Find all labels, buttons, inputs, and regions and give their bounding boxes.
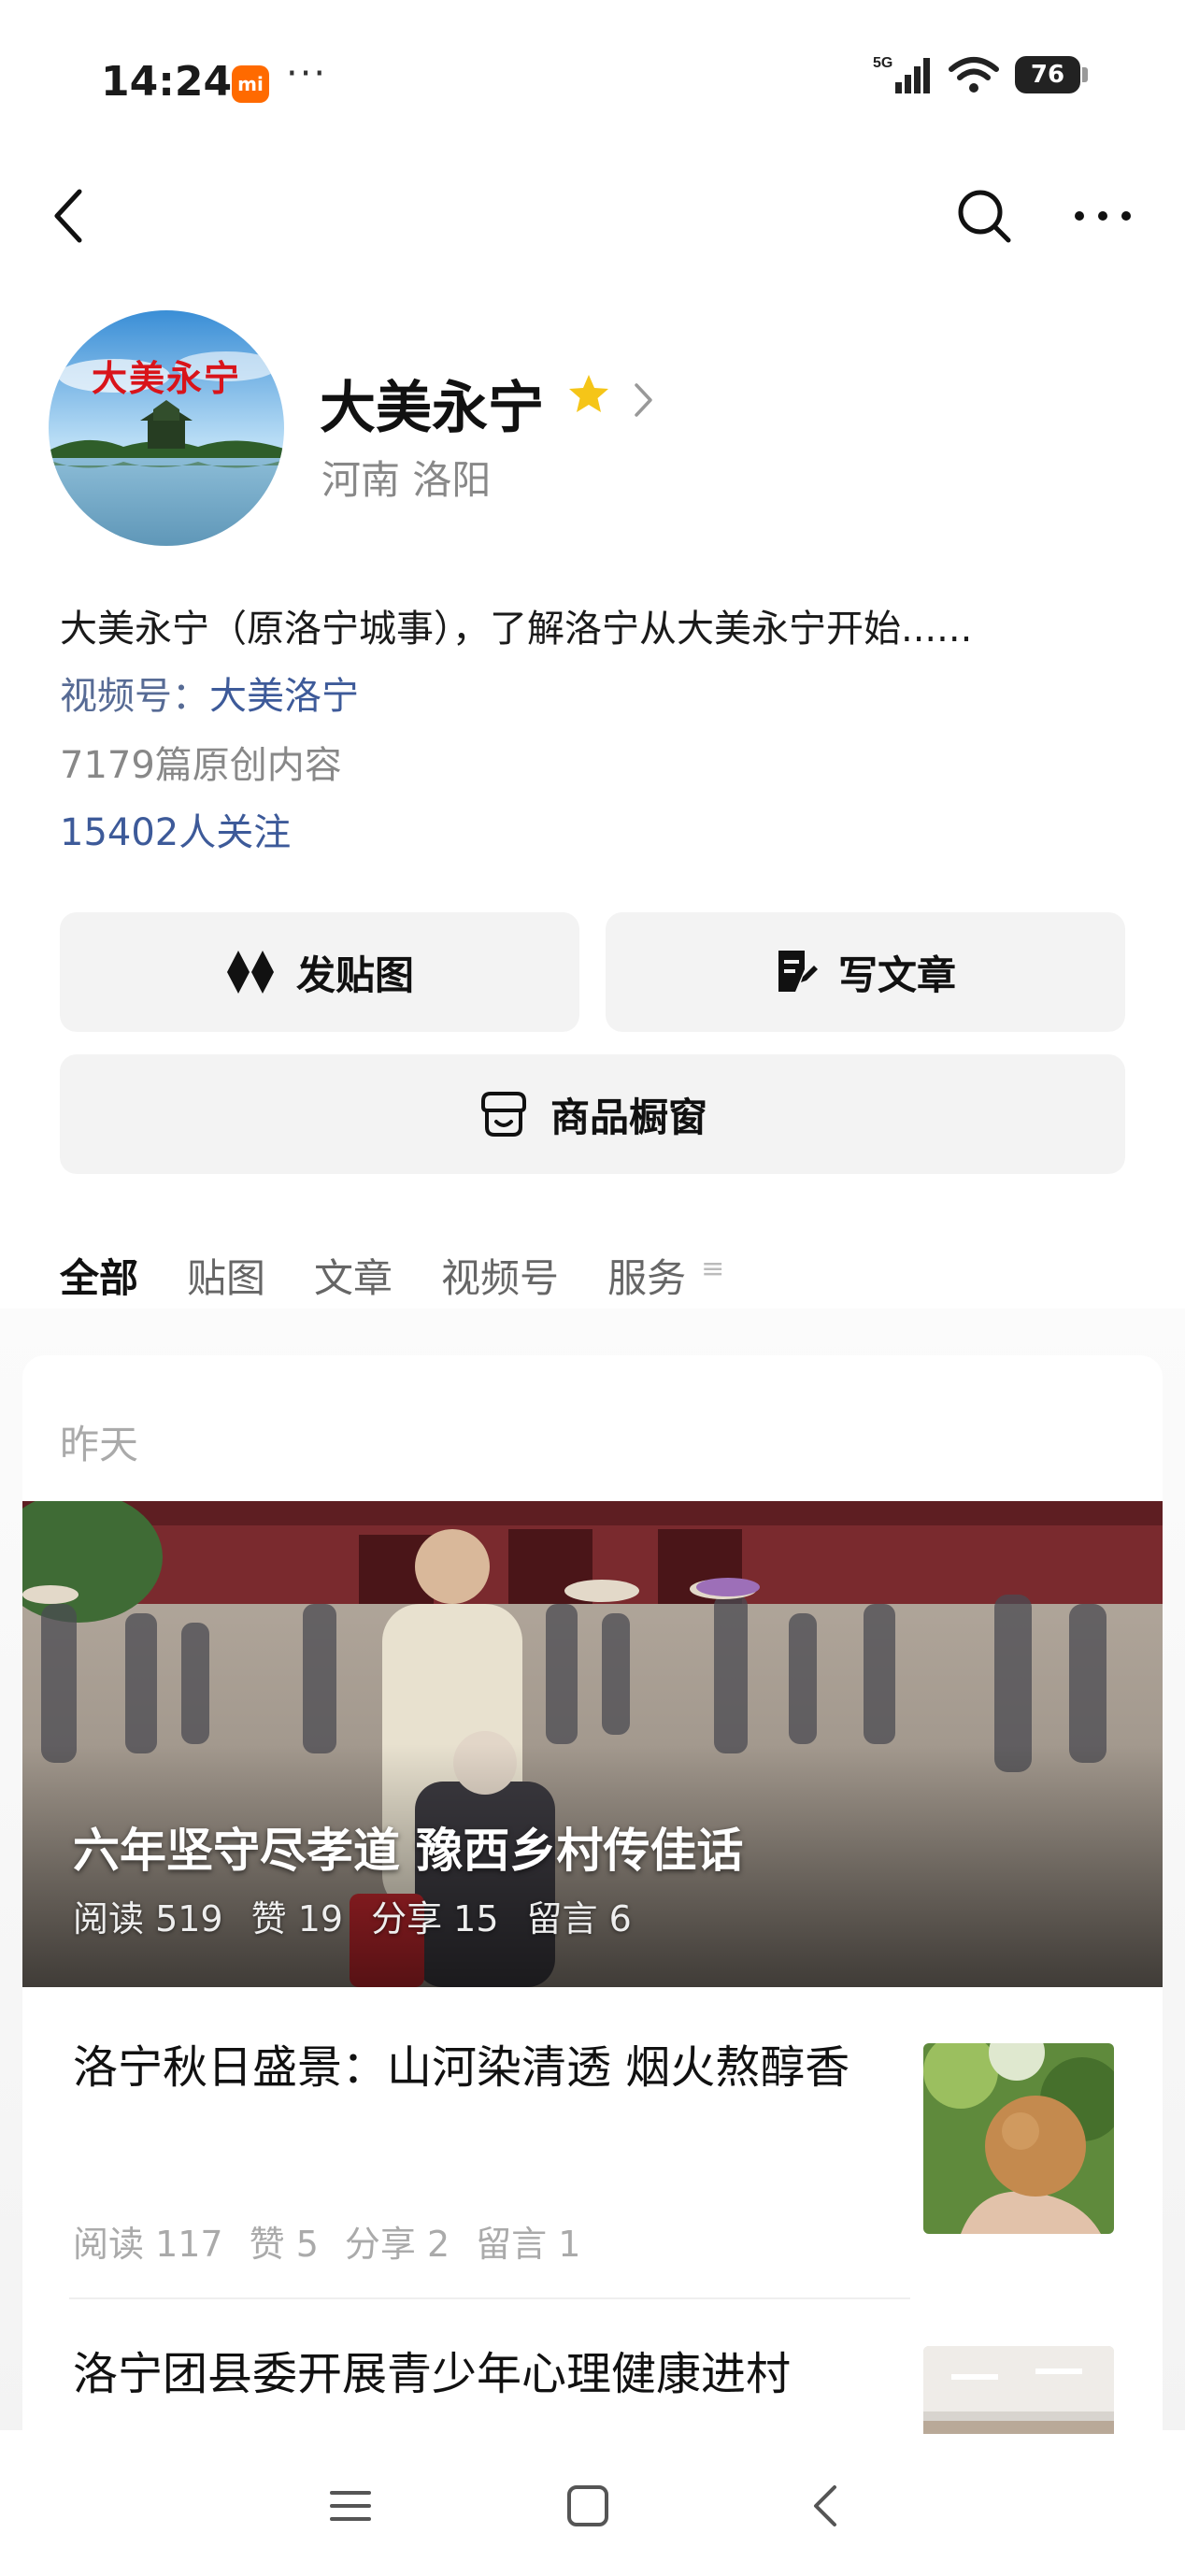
post-image-icon — [226, 951, 274, 994]
more-options-button[interactable] — [1065, 183, 1140, 249]
svg-text:5G: 5G — [873, 55, 892, 71]
star-icon — [569, 375, 608, 412]
home-square-icon — [567, 2485, 608, 2526]
battery-icon: 76 — [1015, 56, 1088, 93]
followers-count[interactable]: 15402人关注 — [60, 802, 291, 856]
apple-photo — [923, 2043, 1114, 2234]
status-indicators: 5G 76 — [873, 54, 1088, 95]
article-title: 洛宁秋日盛景：山河染清透 烟火熬醇香 — [73, 2041, 850, 2094]
list-item[interactable]: 洛宁秋日盛景：山河染清透 烟火熬醇香 阅读 117 赞 5 分享 2 留言 1 — [22, 2006, 1163, 2305]
date-label: 昨天 — [60, 1422, 139, 1467]
write-article-label: 写文章 — [837, 952, 956, 998]
search-button[interactable] — [951, 183, 1017, 249]
home-button[interactable] — [555, 2473, 621, 2539]
video-channel-link[interactable]: 视频号：大美洛宁 — [60, 665, 359, 720]
write-article-button[interactable]: 写文章 — [606, 912, 1125, 1032]
avatar-title: 大美永宁 — [91, 357, 241, 399]
post-image-label: 发贴图 — [295, 952, 414, 998]
tab-menu-icon[interactable]: ≡ — [701, 1252, 724, 1285]
status-time: 14:24 — [101, 58, 233, 106]
comment-count: 留言 1 — [476, 2224, 581, 2265]
video-channel-name: 大美洛宁 — [209, 675, 359, 718]
hero-title: 六年坚守尽孝道 豫西乡村传佳话 — [73, 1824, 744, 1878]
like-count: 赞 19 — [250, 1898, 344, 1939]
mi-app-icon: mi — [232, 65, 269, 103]
video-channel-label: 视频号： — [60, 675, 209, 718]
hero-article[interactable]: 六年坚守尽孝道 豫西乡村传佳话 阅读 519 赞 19 分享 15 留言 6 — [22, 1501, 1163, 1987]
shop-window-icon — [480, 1092, 526, 1137]
recent-apps-button[interactable] — [318, 2473, 383, 2539]
hero-stats: 阅读 519 赞 19 分享 15 留言 6 — [73, 1890, 632, 1941]
cellular-signal-icon: 5G — [873, 55, 930, 93]
content-tabs: 全部 贴图 文章 视频号 服务 ≡ — [60, 1247, 724, 1321]
article-thumbnail — [923, 2043, 1114, 2234]
avatar-landscape-image — [49, 310, 284, 546]
like-count: 赞 5 — [249, 2224, 319, 2265]
avatar[interactable]: 大美永宁 — [49, 310, 284, 546]
comment-count: 留言 6 — [526, 1898, 632, 1939]
back-triangle-icon — [814, 2485, 836, 2526]
more-dots-icon — [1075, 211, 1131, 221]
read-count: 阅读 519 — [73, 1898, 223, 1939]
share-count: 分享 2 — [344, 2224, 450, 2265]
read-count: 阅读 117 — [73, 2224, 223, 2265]
shop-window-label: 商品橱窗 — [550, 1094, 707, 1140]
account-name[interactable]: 大美永宁 — [320, 363, 544, 444]
chevron-left-icon — [54, 189, 82, 243]
original-content-count: 7179篇原创内容 — [60, 744, 342, 787]
search-icon — [958, 190, 1011, 243]
menu-icon — [330, 2491, 371, 2521]
status-bar: 14:24 mi ··· 5G 76 — [0, 0, 1185, 150]
post-image-button[interactable]: 发贴图 — [60, 912, 579, 1032]
wifi-icon — [949, 57, 999, 93]
shop-window-button[interactable]: 商品橱窗 — [60, 1054, 1125, 1174]
write-article-icon — [778, 951, 818, 992]
share-count: 分享 15 — [371, 1898, 499, 1939]
chevron-right-icon[interactable] — [632, 381, 654, 419]
article-stats: 阅读 117 赞 5 分享 2 留言 1 — [73, 2215, 580, 2267]
system-back-button[interactable] — [792, 2473, 858, 2539]
more-notifications-icon: ··· — [286, 52, 328, 95]
system-navigation-bar — [0, 2434, 1185, 2576]
article-title: 洛宁团县委开展青少年心理健康进村 — [73, 2348, 792, 2400]
account-description: 大美永宁（原洛宁城事），了解洛宁从大美永宁开始...... — [60, 608, 973, 651]
top-navigation — [0, 168, 1185, 262]
divider — [69, 2297, 910, 2299]
back-button[interactable] — [36, 183, 101, 249]
feed-card: 昨天 六年坚守尽孝道 豫西乡村传佳话 阅读 519 赞 19 分享 15 留言 … — [22, 1355, 1163, 2570]
account-location: 河南 洛阳 — [321, 457, 492, 503]
